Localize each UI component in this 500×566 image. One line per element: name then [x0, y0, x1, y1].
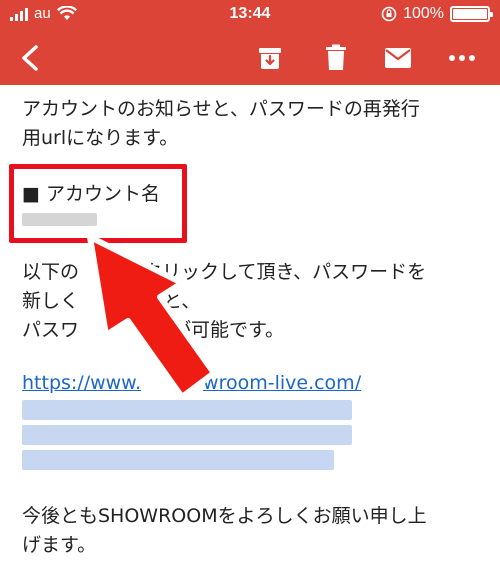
battery-percent: 100% [403, 5, 444, 22]
archive-icon [259, 48, 281, 69]
orientation-lock-icon [381, 6, 397, 22]
mark-unread-button[interactable] [382, 42, 414, 74]
intro-line-1: アカウントのお知らせと、パスワードの再発行 [22, 98, 420, 120]
trash-icon [326, 44, 346, 70]
back-button[interactable] [14, 42, 46, 74]
blurred-link-line-3 [22, 450, 334, 470]
intro-line-2: 用urlになります。 [22, 127, 179, 149]
pointer-arrow-icon [87, 234, 217, 400]
email-body: アカウントのお知らせと、パスワードの再発行 用urlになります。 [22, 95, 482, 153]
more-button[interactable] [446, 42, 478, 74]
back-arrow-icon [22, 45, 38, 71]
closing-line-1: 今後ともSHOWROOMをよろしくお願い申し上 [22, 505, 427, 527]
status-bar: au 13:44 100% [0, 0, 500, 30]
mail-toolbar [0, 30, 500, 85]
more-dots-icon [449, 55, 475, 61]
closing-line-2: げます。 [22, 534, 97, 556]
status-right: 100% [381, 5, 493, 23]
archive-button[interactable] [254, 42, 286, 74]
battery-icon [450, 6, 493, 22]
mail-icon [385, 48, 411, 68]
blurred-link-line-2 [22, 425, 352, 445]
delete-button[interactable] [320, 42, 352, 74]
